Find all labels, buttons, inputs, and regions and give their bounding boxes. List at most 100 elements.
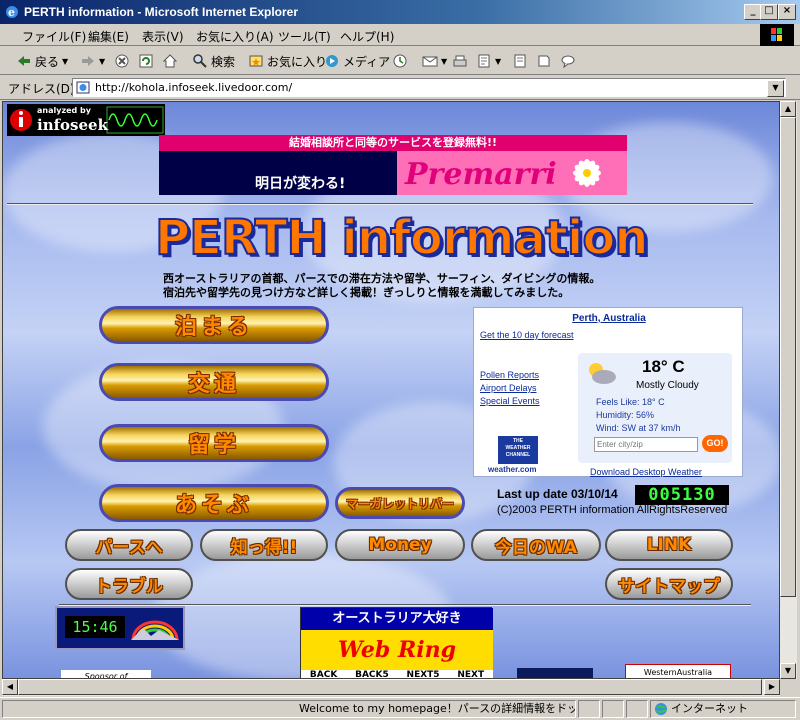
city-zip-input[interactable] [594,437,698,452]
banner-top-text: 結婚相談所と同等のサービスを登録無料!! [159,135,627,151]
internet-globe-icon [655,703,667,715]
scroll-down-icon[interactable]: ▼ [780,663,796,679]
edit-document-icon [478,54,490,68]
menu-view[interactable]: 表示(V) [142,28,184,45]
scroll-thumb[interactable] [780,117,796,597]
horizontal-scrollbar[interactable]: ◀ ▶ [2,679,780,696]
search-button[interactable]: 検索 [192,52,235,70]
address-dropdown-icon[interactable]: ▼ [767,80,784,97]
webring-title: Web Ring [301,630,493,670]
status-panel-empty [602,700,624,718]
menu-file[interactable]: ファイル(F) [22,28,86,45]
address-url: http://kohola.infoseek.livedoor.com/ [95,81,293,94]
media-label: メディア [343,54,391,69]
title-bar: e PERTH information - Microsoft Internet… [0,0,800,24]
favorites-button[interactable]: お気に入り [248,52,327,70]
messenger-icon [561,55,575,69]
mail-icon [422,56,438,67]
nav-money-button[interactable]: Money [335,529,465,561]
webring-back5-link[interactable]: BACK5 [355,670,389,678]
margaret-river-button[interactable]: マーガレットリバー [335,487,465,519]
nav-study-button[interactable]: 留学 [99,424,329,462]
security-zone: インターネット [650,700,796,718]
maximize-button[interactable]: □ [760,4,778,20]
research-icon [538,55,550,67]
stop-icon [115,54,129,68]
home-icon [162,54,178,68]
small-ad-banner[interactable] [517,668,593,678]
scroll-up-icon[interactable]: ▲ [780,101,796,117]
media-button[interactable]: メディア [324,52,390,70]
nav-play-button[interactable]: あそぶ [99,484,329,522]
rainbow-icon [131,620,179,641]
scroll-right-icon[interactable]: ▶ [764,679,780,695]
history-icon [393,54,407,68]
description-line-2: 宿泊先や留学先の見つけ方など詳しく掲載！ぎっしりと情報を満載してみました。 [163,286,570,299]
refresh-icon [139,54,153,68]
horizontal-scroll-thumb[interactable] [18,679,762,695]
stop-button[interactable] [114,52,130,70]
chevron-down-icon: ▼ [495,56,502,66]
menu-tools[interactable]: ツール(T) [278,28,331,45]
webring-nav: BACK BACK5 NEXT5 NEXT [301,670,493,678]
discuss-button[interactable] [512,52,528,70]
scroll-left-icon[interactable]: ◀ [2,679,18,695]
webring-back-link[interactable]: BACK [310,670,337,678]
favorites-icon [249,55,263,67]
webring-next-link[interactable]: NEXT [457,670,484,678]
webring-next5-link[interactable]: NEXT5 [407,670,440,678]
home-button[interactable] [162,52,178,70]
address-input[interactable]: http://kohola.infoseek.livedoor.com/ ▼ [72,78,786,97]
special-events-link[interactable]: Special Events [480,396,540,406]
download-weather-link[interactable]: Download Desktop Weather [590,467,702,477]
western-australia-banner[interactable]: WesternAustralia [625,664,731,678]
status-text: Welcome to my homepage！パースの詳細情報をドッサリ [299,702,576,715]
weather-go-button[interactable]: GO! [702,435,728,452]
research-button[interactable] [536,52,552,70]
nav-sitemap-button[interactable]: サイトマップ [605,568,733,600]
ie-logo-icon: e [6,6,18,19]
weather-city-link[interactable]: Perth, Australia [474,313,744,324]
history-button[interactable] [392,52,408,70]
nav-tips-button[interactable]: 知っ得!! [200,529,328,561]
weather-widget: Perth, Australia Get the 10 day forecast… [473,307,743,477]
banner-brand-area: Premarri [397,151,627,195]
weather-temperature: 18° C [642,357,685,376]
nav-today-wa-button[interactable]: 今日のWA [471,529,601,561]
search-icon [193,54,207,68]
page-icon [76,81,90,94]
vertical-scrollbar[interactable]: ▲ ▼ [780,101,797,679]
refresh-button[interactable] [138,52,154,70]
nav-to-perth-button[interactable]: パースへ [65,529,193,561]
menu-help[interactable]: ヘルプ(H) [340,28,394,45]
status-panel-empty [578,700,600,718]
menu-favorites[interactable]: お気に入り(A) [196,28,274,45]
nav-link-button[interactable]: LINK [605,529,733,561]
chevron-down-icon: ▼ [62,56,69,66]
sponsor-banner[interactable]: Sponsor of [61,670,151,678]
airport-delays-link[interactable]: Airport Delays [480,383,537,393]
edit-button[interactable]: ▼ [476,52,501,70]
nav-transport-button[interactable]: 交通 [99,363,329,401]
page-content: analyzed by infoseek 結婚相談所と同等のサービスを登録無料!… [2,101,780,679]
forecast-link[interactable]: Get the 10 day forecast [480,330,574,340]
infoseek-badge[interactable]: analyzed by infoseek [7,104,165,136]
toolbar: 戻る ▼ ▼ 検索 お気に入り メディア ▼ ▼ [0,47,800,75]
nav-stay-button[interactable]: 泊まる [99,306,329,344]
banner-brand-text: Premarri [405,157,557,192]
premarri-banner-ad[interactable]: 結婚相談所と同等のサービスを登録無料!! 明日が変わる! Premarri [159,135,627,195]
pollen-link[interactable]: Pollen Reports [480,370,539,380]
close-button[interactable]: × [778,4,796,20]
messenger-button[interactable] [560,52,576,70]
menu-edit[interactable]: 編集(E) [88,28,129,45]
print-button[interactable] [452,52,468,70]
chevron-down-icon: ▼ [441,56,448,66]
nav-trouble-button[interactable]: トラブル [65,568,193,600]
forward-button[interactable]: ▼ [80,52,105,70]
mail-button[interactable]: ▼ [422,52,447,70]
windows-logo-icon [760,24,794,46]
status-message: Welcome to my homepage！パースの詳細情報をドッサリ [2,700,576,718]
weather-channel-logo[interactable]: THE WEATHER CHANNEL [498,436,538,464]
back-button[interactable]: 戻る ▼ [16,52,68,70]
webring-banner[interactable]: オーストラリア大好き Web Ring BACK BACK5 NEXT5 NEX… [300,607,493,678]
